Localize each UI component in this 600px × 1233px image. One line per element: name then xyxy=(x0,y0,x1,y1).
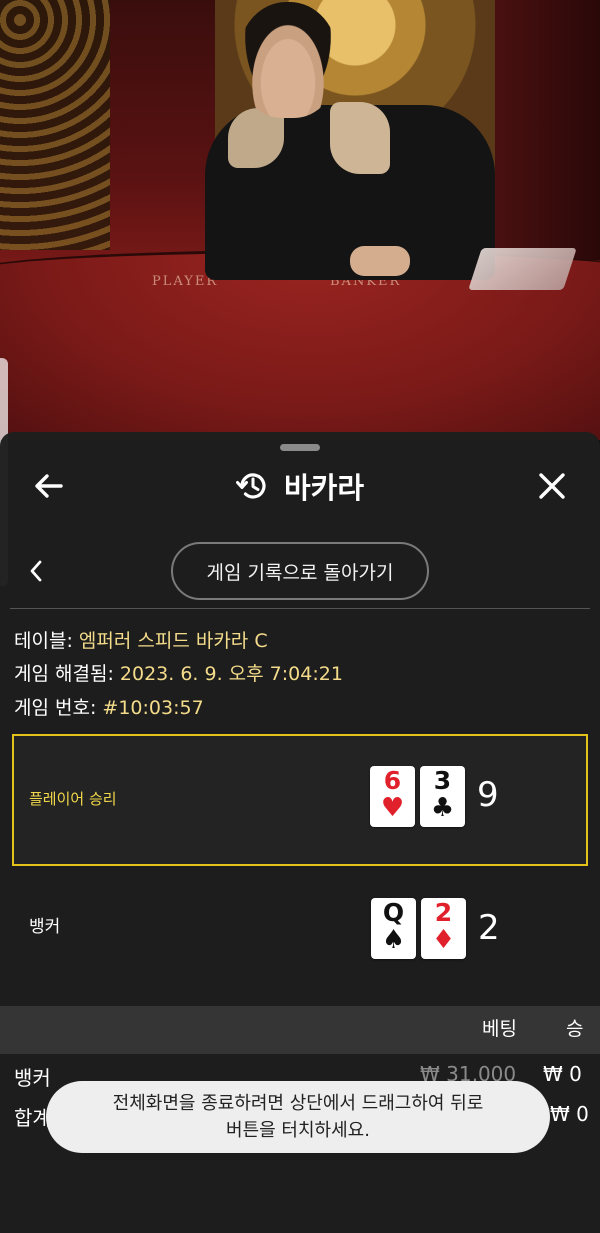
toast-line-2: 버튼을 터치하세요. xyxy=(226,1120,370,1141)
resolved-label: 게임 해결됨: xyxy=(14,663,120,685)
game-number-value: #10:03:57 xyxy=(102,697,204,719)
toast-line-1: 전체화면을 종료하려면 상단에서 드래그하여 뒤로 xyxy=(112,1093,484,1114)
dealer-hand xyxy=(350,246,410,276)
banker-score: 2 xyxy=(478,908,500,948)
resolved-info: 게임 해결됨: 2023. 6. 9. 오후 7:04:21 xyxy=(14,659,343,686)
resolved-value: 2023. 6. 9. 오후 7:04:21 xyxy=(119,663,343,685)
diamond-icon: ♦ xyxy=(431,925,456,955)
card-rank: 3 xyxy=(433,766,452,795)
win-column-header: 승 xyxy=(566,1018,584,1040)
bet-row-name: 뱅커 xyxy=(14,1066,51,1090)
wall-panel-right xyxy=(495,0,600,260)
table-label: 테이블: xyxy=(14,630,79,652)
player-score: 9 xyxy=(477,775,499,815)
close-icon xyxy=(539,473,565,499)
player-card-1: 6 ♥ xyxy=(370,766,415,827)
player-card-2: 3 ♣ xyxy=(420,766,465,827)
sheet-grab-handle[interactable] xyxy=(280,444,320,451)
table-info: 테이블: 엠퍼러 스피드 바카라 C xyxy=(14,626,268,653)
chevron-left-icon xyxy=(30,560,42,582)
bet-column-header: 베팅 xyxy=(482,1018,517,1040)
live-video-feed: PLAYER BANKER xyxy=(0,0,600,440)
banker-label: 뱅커 xyxy=(29,917,61,937)
total-row-win: ₩ 0 xyxy=(550,1102,589,1126)
back-to-history-button[interactable]: 게임 기록으로 돌아가기 xyxy=(171,542,429,600)
divider xyxy=(10,608,590,609)
spade-icon: ♠ xyxy=(381,925,406,955)
banker-card-2: 2 ♦ xyxy=(421,898,466,959)
heart-icon: ♥ xyxy=(380,793,405,823)
close-button[interactable] xyxy=(536,470,568,502)
bet-row-win: ₩ 0 xyxy=(543,1062,582,1086)
card-rank: 6 xyxy=(383,766,402,795)
wall-pattern-left xyxy=(0,0,110,250)
game-number-label: 게임 번호: xyxy=(14,697,103,719)
dealer-head xyxy=(238,2,338,118)
table-value: 엠퍼러 스피드 바카라 C xyxy=(78,630,268,652)
fullscreen-exit-toast: 전체화면을 종료하려면 상단에서 드래그하여 뒤로 버튼을 터치하세요. xyxy=(46,1081,550,1153)
club-icon: ♣ xyxy=(430,793,455,823)
card-rank: Q xyxy=(382,898,405,927)
banker-card-1: Q ♠ xyxy=(371,898,416,959)
previous-button[interactable] xyxy=(26,558,46,584)
sheet-header: 바카라 xyxy=(0,466,600,506)
card-rank: 2 xyxy=(434,898,453,927)
card-shoe xyxy=(468,248,577,290)
player-win-label: 플레이어 승리 xyxy=(29,790,117,808)
page-title: 바카라 xyxy=(283,471,365,505)
game-number-info: 게임 번호: #10:03:57 xyxy=(14,693,204,720)
history-icon xyxy=(235,473,266,499)
dealer-shoulder xyxy=(330,102,390,174)
